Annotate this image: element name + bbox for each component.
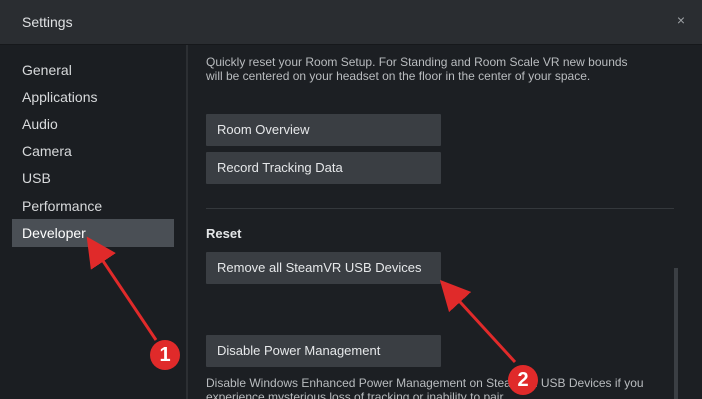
record-tracking-data-button[interactable]: Record Tracking Data: [206, 152, 441, 184]
window-title: Settings: [22, 14, 73, 30]
power-management-description: Disable Windows Enhanced Power Managemen…: [206, 376, 644, 399]
reset-section-heading: Reset: [206, 226, 242, 241]
sidebar-item-label: Camera: [22, 143, 72, 159]
annotation-badge-1: 1: [150, 340, 180, 370]
disable-power-management-button[interactable]: Disable Power Management: [206, 335, 441, 367]
sidebar-item-developer[interactable]: Developer: [12, 219, 174, 247]
sidebar-item-label: General: [22, 62, 72, 78]
sidebar-item-label: USB: [22, 170, 51, 186]
sidebar-item-general[interactable]: General: [12, 56, 174, 84]
sidebar-item-audio[interactable]: Audio: [12, 110, 174, 138]
scrollbar[interactable]: [674, 268, 678, 399]
settings-content: Quickly reset your Room Setup. For Stand…: [188, 45, 702, 399]
room-setup-description: Quickly reset your Room Setup. For Stand…: [206, 55, 628, 83]
sidebar-item-applications[interactable]: Applications: [12, 83, 174, 111]
close-icon[interactable]: ×: [674, 12, 688, 28]
sidebar-item-camera[interactable]: Camera: [12, 137, 174, 165]
sidebar-item-label: Developer: [22, 225, 86, 241]
remove-usb-devices-button[interactable]: Remove all SteamVR USB Devices: [206, 252, 441, 284]
sidebar-item-label: Audio: [22, 116, 58, 132]
sidebar-item-performance[interactable]: Performance: [12, 192, 174, 220]
sidebar-item-usb[interactable]: USB: [12, 164, 174, 192]
title-bar: Settings ×: [0, 0, 702, 45]
room-overview-button[interactable]: Room Overview: [206, 114, 441, 146]
annotation-badge-2: 2: [508, 365, 538, 395]
section-divider: [206, 208, 674, 209]
sidebar-item-label: Performance: [22, 198, 103, 214]
sidebar-item-label: Applications: [22, 89, 98, 105]
